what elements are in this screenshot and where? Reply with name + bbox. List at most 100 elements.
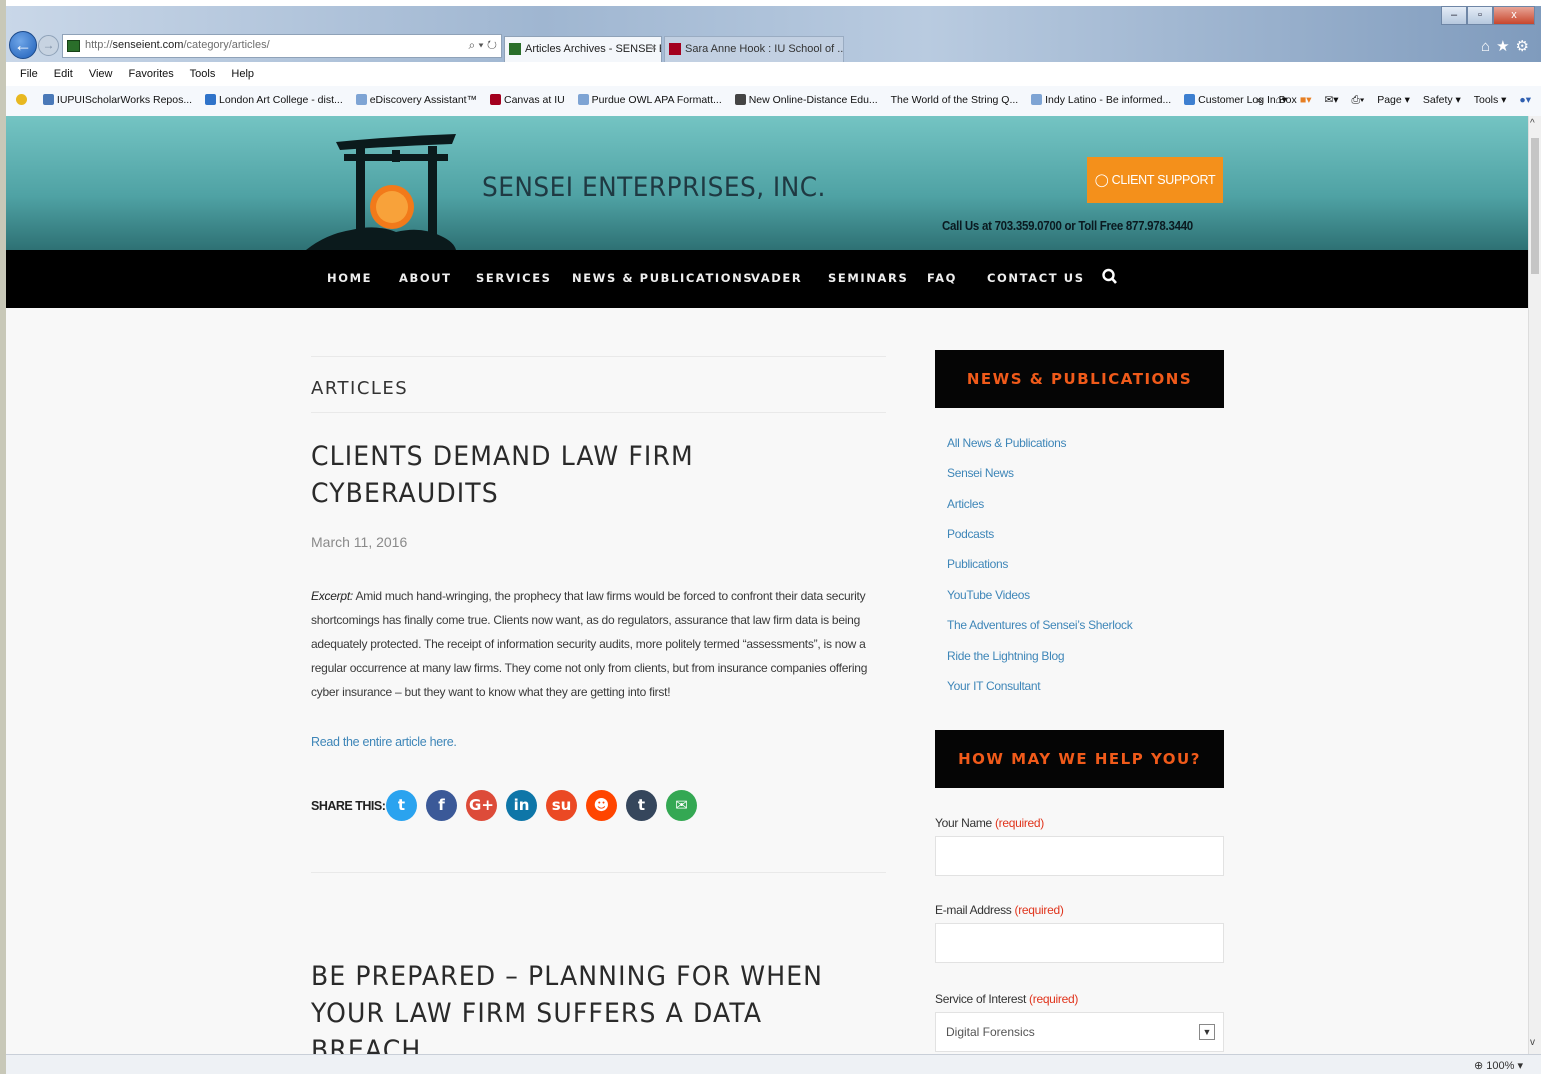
divider <box>311 356 886 357</box>
print-icon[interactable]: ⎙▾ <box>1351 94 1364 106</box>
safety-menu[interactable]: Safety ▾ <box>1423 94 1461 106</box>
mail-icon[interactable]: ✉▾ <box>1324 94 1338 106</box>
favorite-link[interactable]: Indy Latino - Be informed... <box>1031 94 1171 106</box>
share-label: SHARE THIS: <box>311 799 386 813</box>
web-page: SENSEI ENTERPRISES, INC. ◯ CLIENT SUPPOR… <box>6 116 1528 1054</box>
email-icon[interactable]: ✉ <box>666 790 697 821</box>
command-bar: » ⌂▾ ■▾ ✉▾ ⎙▾ Page ▾ Safety ▾ Tools ▾ ●▾ <box>1247 94 1531 107</box>
stumbleupon-icon[interactable]: su <box>546 790 577 821</box>
favbar-overflow-icon[interactable]: » <box>1257 94 1263 106</box>
nav-services[interactable]: SERVICES <box>476 271 552 285</box>
facebook-icon[interactable]: f <box>426 790 457 821</box>
main-navigation: HOME ABOUT SERVICES NEWS & PUBLICATIONS … <box>6 250 1528 308</box>
nav-contact-us[interactable]: CONTACT US <box>987 271 1085 285</box>
twitter-icon[interactable]: t <box>386 790 417 821</box>
sidebar-link-ride-the-lightning[interactable]: Ride the Lightning Blog <box>947 649 1065 663</box>
name-input[interactable] <box>935 836 1224 876</box>
sidebar-link-it-consultant[interactable]: Your IT Consultant <box>947 679 1041 693</box>
forward-button[interactable]: → <box>38 35 59 56</box>
page-menu[interactable]: Page ▾ <box>1377 94 1410 106</box>
favorite-link[interactable]: Purdue OWL APA Formatt... <box>577 94 722 106</box>
tools-menu[interactable]: Tools ▾ <box>1474 94 1507 106</box>
help-icon[interactable]: ●▾ <box>1519 94 1531 106</box>
favorite-link[interactable]: IUPUIScholarWorks Repos... <box>42 94 192 106</box>
menu-bar: File Edit View Favorites Tools Help <box>6 62 1541 86</box>
sidebar-link-sherlock[interactable]: The Adventures of Sensei’s Sherlock <box>947 618 1133 632</box>
tab-articles-archives[interactable]: Articles Archives - SENSEI E... × <box>504 36 662 62</box>
nav-faq[interactable]: FAQ <box>927 271 957 285</box>
menu-file[interactable]: File <box>20 68 38 80</box>
name-label: Your Name (required) <box>935 816 1044 830</box>
search-icon[interactable] <box>1101 266 1119 288</box>
read-more-link[interactable]: Read the entire article here. <box>311 735 457 749</box>
home-icon[interactable]: ⌂▾ <box>1275 94 1287 106</box>
menu-tools[interactable]: Tools <box>190 68 216 80</box>
service-select[interactable]: Digital Forensics ▼ <box>935 1012 1224 1052</box>
tumblr-icon[interactable]: t <box>626 790 657 821</box>
excerpt-text: Amid much hand-wringing, the prophecy th… <box>311 589 868 699</box>
email-label: E-mail Address (required) <box>935 903 1064 917</box>
menu-view[interactable]: View <box>89 68 113 80</box>
favorite-link[interactable]: London Art College - dist... <box>205 94 343 106</box>
favorites-star-icon[interactable] <box>16 94 30 106</box>
reddit-icon[interactable]: ☻ <box>586 790 617 821</box>
close-tab-icon[interactable]: × <box>651 42 657 54</box>
minimize-button[interactable]: – <box>1441 6 1467 25</box>
sidebar-link-publications[interactable]: Publications <box>947 557 1008 571</box>
nav-seminars[interactable]: SEMINARS <box>828 271 908 285</box>
back-button[interactable]: ← <box>9 31 37 59</box>
nav-home[interactable]: HOME <box>327 271 372 285</box>
nav-news-publications[interactable]: NEWS & PUBLICATIONS <box>572 271 753 285</box>
window-controls: – ▫ x <box>1441 6 1535 26</box>
close-window-button[interactable]: x <box>1493 6 1535 25</box>
forward-arrow-icon: → <box>42 38 55 52</box>
feeds-icon[interactable]: ■▾ <box>1300 94 1312 106</box>
favorite-link[interactable]: eDiscovery Assistant™ <box>355 94 477 106</box>
favorite-link[interactable]: Canvas at IU <box>490 94 565 106</box>
news-publications-heading: NEWS & PUBLICATIONS <box>935 350 1224 408</box>
page-scrollbar[interactable]: ^ v <box>1528 116 1541 1054</box>
email-input[interactable] <box>935 923 1224 963</box>
menu-edit[interactable]: Edit <box>54 68 73 80</box>
sidebar-link-sensei-news[interactable]: Sensei News <box>947 466 1014 480</box>
site-favicon-icon <box>509 43 521 55</box>
client-support-button[interactable]: ◯ CLIENT SUPPORT <box>1087 157 1223 203</box>
home-favorites-settings-icons[interactable]: ⌂★⚙ <box>1481 37 1535 55</box>
linkedin-icon[interactable]: in <box>506 790 537 821</box>
google-plus-icon[interactable]: G+ <box>466 790 497 821</box>
maximize-button[interactable]: ▫ <box>1467 6 1493 25</box>
chevron-down-icon[interactable]: ▼ <box>1199 1024 1215 1040</box>
sidebar-link-all-news[interactable]: All News & Publications <box>947 436 1066 450</box>
menu-favorites[interactable]: Favorites <box>129 68 174 80</box>
back-arrow-icon: ← <box>14 35 32 55</box>
post-date: March 11, 2016 <box>311 534 408 550</box>
tab-title: Articles Archives - SENSEI E... <box>525 43 662 55</box>
scroll-up-icon[interactable]: ^ <box>1530 118 1535 129</box>
address-bar[interactable]: http://senseient.com/category/articles/ … <box>62 34 502 58</box>
help-form-heading: HOW MAY WE HELP YOU? <box>935 730 1224 788</box>
status-bar: ⊕ 100% ▾ <box>6 1054 1541 1074</box>
tab-sara-anne-hook[interactable]: Sara Anne Hook : IU School of ... <box>664 36 844 62</box>
site-title[interactable]: SENSEI ENTERPRISES, INC. <box>482 172 826 203</box>
service-label: Service of Interest (required) <box>935 992 1079 1006</box>
nav-about[interactable]: ABOUT <box>399 271 452 285</box>
menu-help[interactable]: Help <box>231 68 254 80</box>
search-refresh-icon[interactable]: ⌕ ▾ ↻ <box>468 38 497 53</box>
post-title-be-prepared[interactable]: BE PREPARED – PLANNING FOR WHEN YOUR LAW… <box>311 958 860 1054</box>
nav-vader[interactable]: VADER <box>751 271 802 285</box>
phone-numbers: Call Us at 703.359.0700 or Toll Free 877… <box>942 219 1193 233</box>
scroll-down-icon[interactable]: v <box>1530 1037 1535 1048</box>
zoom-level[interactable]: ⊕ 100% ▾ <box>1474 1059 1523 1072</box>
site-favicon-icon <box>67 40 80 52</box>
post-title-clients-demand[interactable]: CLIENTS DEMAND LAW FIRM CYBERAUDITS <box>311 438 860 512</box>
scroll-thumb[interactable] <box>1531 138 1539 274</box>
sidebar-link-podcasts[interactable]: Podcasts <box>947 527 994 541</box>
site-header: SENSEI ENTERPRISES, INC. ◯ CLIENT SUPPOR… <box>6 116 1528 250</box>
sidebar-link-articles[interactable]: Articles <box>947 497 984 511</box>
torii-sunset-logo[interactable] <box>306 132 456 250</box>
sidebar-link-youtube[interactable]: YouTube Videos <box>947 588 1030 602</box>
tab-title: Sara Anne Hook : IU School of ... <box>685 43 844 55</box>
favorite-link[interactable]: New Online-Distance Edu... <box>734 94 878 106</box>
chat-bubble-icon: ◯ <box>1094 173 1109 187</box>
favorite-link[interactable]: The World of the String Q... <box>891 94 1019 106</box>
